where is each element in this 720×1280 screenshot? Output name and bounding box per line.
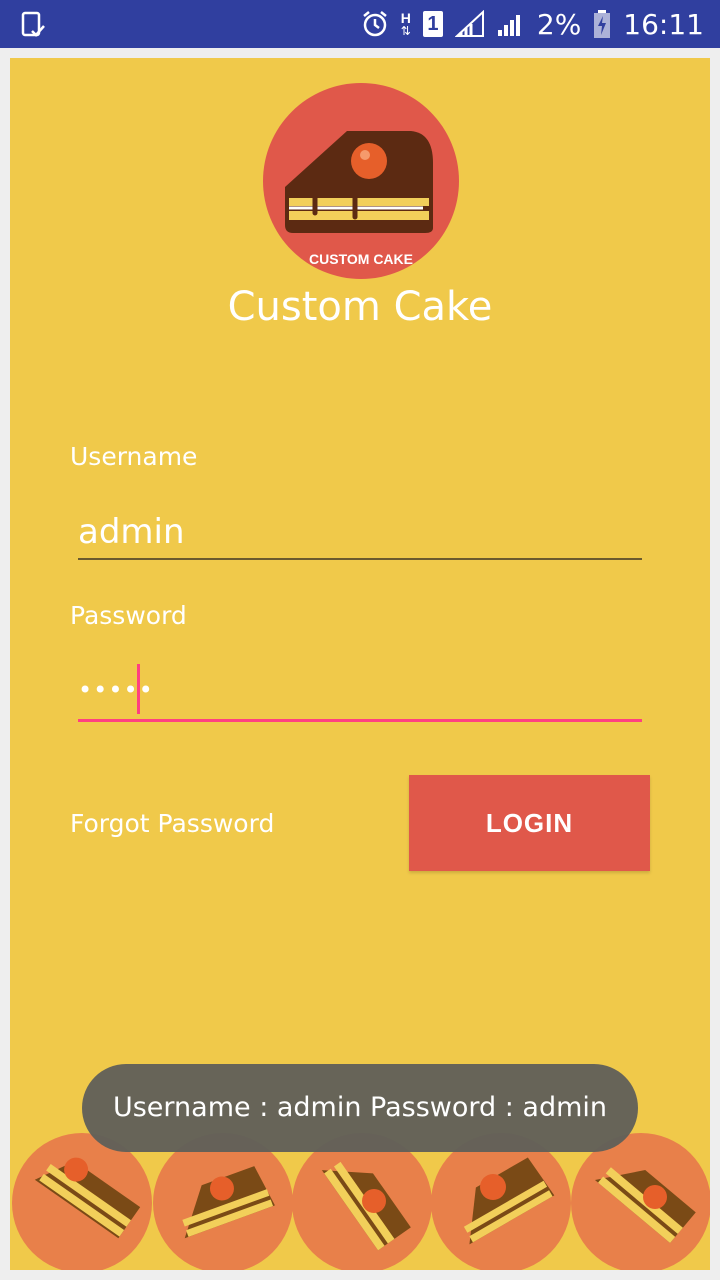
password-label: Password [70,601,187,630]
username-value: admin [78,512,185,552]
cake-slice-icon [431,1133,571,1270]
network-h-icon: H ⇅ [400,10,411,38]
battery-percent: 2% [536,7,582,41]
alarm-icon [361,10,389,38]
cake-slice-icon [12,1133,152,1270]
clock: 16:11 [623,7,704,41]
login-screen: CUSTOM CAKE Custom Cake Username admin P… [10,58,710,1270]
signal-icon [454,10,485,38]
forgot-password-link[interactable]: Forgot Password [70,809,274,838]
screenshot-notification-icon [18,10,48,40]
status-bar: H ⇅ 1 2% 16:11 [0,0,720,48]
cake-slice-icon [571,1133,710,1270]
battery-charging-icon [593,9,611,39]
password-value: ••••• [78,676,154,704]
text-cursor [137,664,140,714]
cake-decoration-row [10,1133,710,1270]
login-button[interactable]: LOGIN [409,775,650,871]
custom-cake-logo: CUSTOM CAKE [263,83,459,279]
app-title: Custom Cake [227,284,493,330]
logo-text: CUSTOM CAKE [309,251,413,267]
cake-slice-icon [153,1133,293,1270]
username-field[interactable]: admin [78,506,642,560]
cake-slice-icon [292,1133,432,1270]
sim-1-icon: 1 [422,11,443,37]
username-label: Username [70,442,198,471]
password-field[interactable]: ••••• [78,664,642,722]
signal-icon [497,10,525,38]
credentials-toast: Username : admin Password : admin [82,1064,638,1152]
